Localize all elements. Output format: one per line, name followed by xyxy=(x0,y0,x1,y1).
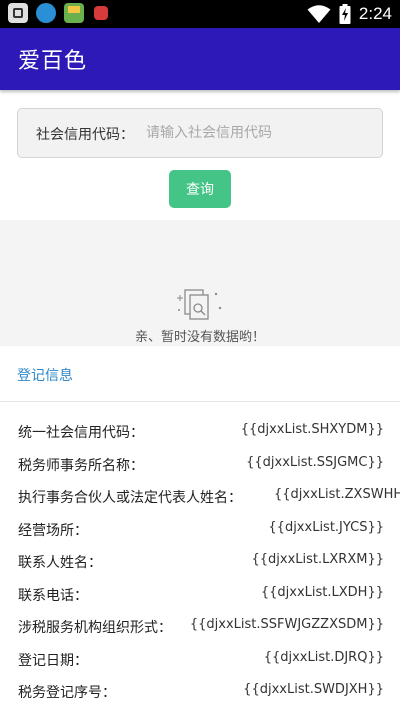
info-row: 税务登记序号： {{djxxList.SWDJXH}} xyxy=(0,674,400,707)
system-tray: 2:24 xyxy=(307,4,392,24)
info-row: 经营场所： {{djxxList.JYCS}} xyxy=(0,512,400,545)
info-label: 经营场所： xyxy=(18,522,88,539)
info-value: {{djxxList.LXRXM}} xyxy=(251,552,385,567)
battery-charging-icon xyxy=(339,4,351,24)
info-label: 联系电话： xyxy=(18,587,88,604)
status-bar: 2:24 xyxy=(0,0,400,28)
app-icon xyxy=(8,3,28,23)
info-row: 联系电话： {{djxxList.LXDH}} xyxy=(0,577,400,610)
wifi-icon xyxy=(307,5,331,23)
document-search-icon xyxy=(177,289,222,320)
empty-state-panel: 亲、暂时没有数据哟！ xyxy=(0,220,400,346)
registration-info-list: 统一社会信用代码： {{djxxList.SHXYDM}} 税务师事务所名称： … xyxy=(0,414,400,707)
info-value: {{djxxList.DJRQ}} xyxy=(263,649,384,665)
info-value: {{djxxList.ZXSWHH xyxy=(274,487,400,502)
info-row: 税务师事务所名称： {{djxxList.SSJGMC}} xyxy=(0,447,400,480)
browser-icon xyxy=(36,3,56,23)
info-value: {{djxxList.JYCS}} xyxy=(268,519,384,535)
query-button[interactable]: 查询 xyxy=(169,170,231,208)
info-row: 统一社会信用代码： {{djxxList.SHXYDM}} xyxy=(0,414,400,447)
info-label: 登记日期： xyxy=(18,652,88,669)
search-label: 社会信用代码： xyxy=(36,127,134,143)
info-row: 登记日期： {{djxxList.DJRQ}} xyxy=(0,642,400,675)
info-label: 税务师事务所名称： xyxy=(18,457,144,474)
section-title-registration-info: 登记信息 xyxy=(17,368,73,384)
info-value: {{djxxList.LXDH}} xyxy=(260,584,384,600)
info-value: {{djxxList.SHXYDM}} xyxy=(240,422,384,437)
info-label: 执行事务合伙人或法定代表人姓名： xyxy=(18,490,242,506)
shop-bag-icon xyxy=(64,3,84,23)
status-clock: 2:24 xyxy=(358,4,392,23)
app-bar: 爱百色 xyxy=(0,28,400,90)
app-title: 爱百色 xyxy=(18,49,88,74)
info-value: {{djxxList.SSJGMC}} xyxy=(246,454,384,470)
empty-state-text: 亲、暂时没有数据哟！ xyxy=(134,330,265,345)
info-label: 税务登记序号： xyxy=(18,685,116,701)
section-divider xyxy=(0,401,400,402)
info-value: {{djxxList.SSFWJGZZXSDM}} xyxy=(189,617,384,632)
credit-code-input[interactable] xyxy=(146,119,371,147)
info-row: 执行事务合伙人或法定代表人姓名： {{djxxList.ZXSWHH xyxy=(0,479,400,512)
info-value: {{djxxList.SWDJXH}} xyxy=(243,682,384,697)
info-row: 涉税服务机构组织形式： {{djxxList.SSFWJGZZXSDM}} xyxy=(0,609,400,642)
info-label: 涉税服务机构组织形式： xyxy=(18,620,172,636)
info-row: 联系人姓名： {{djxxList.LXRXM}} xyxy=(0,544,400,577)
info-label: 联系人姓名： xyxy=(18,555,102,571)
info-label: 统一社会信用代码： xyxy=(18,425,144,441)
notification-icons xyxy=(8,3,108,23)
red-app-icon xyxy=(94,6,108,20)
search-box: 社会信用代码： xyxy=(17,108,383,158)
